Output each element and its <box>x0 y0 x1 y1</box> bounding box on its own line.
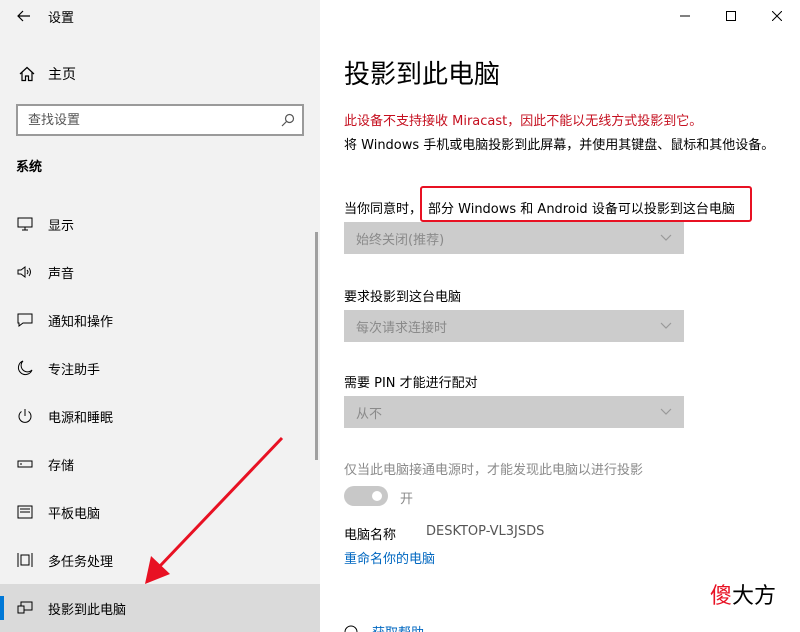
close-button[interactable] <box>754 0 800 32</box>
chevron-down-icon <box>660 322 672 329</box>
section-title: 系统 <box>16 160 43 175</box>
toggle-state-label: 开 <box>400 492 414 507</box>
chevron-down-icon <box>660 234 672 241</box>
watermark: 傻大方 <box>710 578 776 610</box>
multitask-icon <box>16 551 34 569</box>
sidebar-item-notifications[interactable]: 通知和操作 <box>0 296 320 344</box>
search-icon[interactable] <box>274 113 302 127</box>
sidebar-titlebar: 设置 <box>0 0 320 32</box>
tablet-icon <box>16 503 34 521</box>
sidebar-item-label: 显示 <box>48 218 75 234</box>
allow-projection-dropdown[interactable]: 始终关闭(推荐) <box>344 222 684 254</box>
sidebar-item-sound[interactable]: 声音 <box>0 248 320 296</box>
sidebar-item-focus-assist[interactable]: 专注助手 <box>0 344 320 392</box>
dropdown-value: 从不 <box>356 406 383 422</box>
help-row[interactable]: 获取帮助 <box>344 622 424 632</box>
project-icon <box>16 599 34 617</box>
main-content: 投影到此电脑 此设备不支持接收 Miracast，因此不能以无线方式投影到它。 … <box>320 0 800 632</box>
window-controls <box>662 0 800 32</box>
sidebar-nav: 显示 声音 通知和操作 专注助手 电源和睡眠 存储 平板电脑 多任务处理 投影到… <box>0 200 320 632</box>
back-button[interactable] <box>0 0 48 32</box>
pc-name-label: 电脑名称 <box>344 528 397 543</box>
notification-icon <box>16 311 34 329</box>
pin-label: 需要 PIN 才能进行配对 <box>344 376 478 391</box>
help-icon <box>344 625 358 632</box>
allow-label-highlight: 部分 Windows 和 Android 设备可以投影到这台电脑 <box>428 202 735 217</box>
sidebar-item-project-to-pc[interactable]: 投影到此电脑 <box>0 584 320 632</box>
sidebar-item-label: 投影到此电脑 <box>48 602 127 618</box>
back-arrow-icon <box>17 10 30 22</box>
watermark-part2: 大方 <box>732 584 777 609</box>
description-text: 将 Windows 手机或电脑投影到此屏幕，并使用其键盘、鼠标和其他设备。 <box>344 138 775 153</box>
moon-icon <box>16 359 34 377</box>
sidebar-scrollbar[interactable] <box>315 232 318 460</box>
app-title: 设置 <box>48 10 75 26</box>
chevron-down-icon <box>660 408 672 415</box>
miracast-warning: 此设备不支持接收 Miracast，因此不能以无线方式投影到它。 <box>344 114 703 129</box>
maximize-icon <box>726 11 736 21</box>
power-icon <box>16 407 34 425</box>
power-discovery-label: 仅当此电脑接通电源时，才能发现此电脑以进行投影 <box>344 463 644 478</box>
speaker-icon <box>16 263 34 281</box>
close-icon <box>772 11 782 21</box>
sidebar-item-label: 专注助手 <box>48 362 101 378</box>
home-label: 主页 <box>48 67 76 83</box>
sidebar-item-display[interactable]: 显示 <box>0 200 320 248</box>
home-icon <box>16 63 38 85</box>
help-link: 获取帮助 <box>372 622 424 632</box>
power-discovery-toggle[interactable] <box>344 486 388 506</box>
toggle-knob <box>372 491 382 501</box>
sidebar-item-multitasking[interactable]: 多任务处理 <box>0 536 320 584</box>
monitor-icon <box>16 215 34 233</box>
minimize-icon <box>680 15 690 17</box>
search-box <box>16 104 304 136</box>
sidebar-item-storage[interactable]: 存储 <box>0 440 320 488</box>
ask-label: 要求投影到这台电脑 <box>344 290 462 305</box>
sidebar-item-label: 存储 <box>48 458 75 474</box>
watermark-part1: 傻 <box>710 584 733 609</box>
pc-name-value: DESKTOP-VL3JSDS <box>426 524 545 539</box>
sidebar-item-label: 电源和睡眠 <box>48 410 114 426</box>
search-input[interactable] <box>28 112 274 128</box>
rename-pc-link[interactable]: 重命名你的电脑 <box>344 548 435 567</box>
maximize-button[interactable] <box>708 0 754 32</box>
sidebar: 设置 主页 系统 显示 声音 通知和操作 专注助手 <box>0 0 320 632</box>
storage-icon <box>16 455 34 473</box>
sidebar-item-label: 平板电脑 <box>48 506 101 522</box>
ask-projection-dropdown[interactable]: 每次请求连接时 <box>344 310 684 342</box>
allow-label: 当你同意时， <box>344 202 423 217</box>
sidebar-item-label: 多任务处理 <box>48 554 114 570</box>
sidebar-item-power[interactable]: 电源和睡眠 <box>0 392 320 440</box>
page-title: 投影到此电脑 <box>344 60 501 90</box>
dropdown-value: 每次请求连接时 <box>356 320 448 336</box>
sidebar-item-label: 声音 <box>48 266 75 282</box>
home-nav[interactable]: 主页 <box>0 56 320 92</box>
minimize-button[interactable] <box>662 0 708 32</box>
sidebar-item-tablet[interactable]: 平板电脑 <box>0 488 320 536</box>
pin-dropdown[interactable]: 从不 <box>344 396 684 428</box>
dropdown-value: 始终关闭(推荐) <box>356 232 445 248</box>
sidebar-item-label: 通知和操作 <box>48 314 114 330</box>
